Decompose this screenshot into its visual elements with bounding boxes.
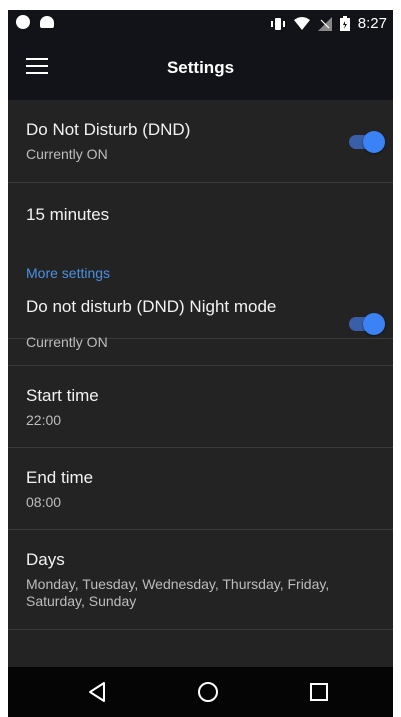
- clock-time: 8:27: [357, 15, 387, 32]
- android-icon: [40, 16, 54, 28]
- end-time-value: 08:00: [26, 494, 62, 510]
- days-row[interactable]: Days Monday, Tuesday, Wednesday, Thursda…: [8, 530, 393, 630]
- status-bar: 8:27: [8, 10, 393, 38]
- wifi-icon: [293, 16, 310, 30]
- night-mode-toggle[interactable]: [349, 312, 385, 336]
- more-settings-header: More settings: [26, 265, 111, 281]
- dnd-toggle[interactable]: [349, 130, 385, 154]
- night-mode-status: Currently ON: [26, 334, 108, 350]
- end-time-row[interactable]: End time 08:00: [8, 448, 393, 530]
- start-time-row[interactable]: Start time 22:00: [8, 366, 393, 448]
- page-title: Settings: [166, 58, 235, 77]
- dnd-label: Do Not Disturb (DND): [26, 120, 191, 139]
- start-time-value: 22:00: [26, 412, 62, 428]
- phone-screen: 8:27 Settings Do Not Disturb (DND) Curre…: [8, 10, 393, 717]
- days-label: Days: [26, 550, 65, 569]
- days-value: Monday, Tuesday, Wednesday, Thursday, Fr…: [26, 576, 330, 609]
- recent-apps-icon[interactable]: [306, 679, 332, 705]
- notification-dot-icon: [16, 15, 30, 29]
- duration-label: 15 minutes: [26, 205, 110, 224]
- battery-icon: [339, 16, 350, 31]
- vibrate-icon: [270, 17, 285, 30]
- end-time-label: End time: [26, 468, 94, 487]
- app-bar: Settings: [8, 38, 393, 100]
- night-mode-setting-row[interactable]: Currently ON: [8, 302, 393, 366]
- back-icon[interactable]: [85, 679, 111, 705]
- signal-icon: [317, 16, 332, 31]
- home-icon[interactable]: [195, 679, 221, 705]
- navigation-bar: [8, 667, 393, 717]
- dnd-setting-row[interactable]: Do Not Disturb (DND) Currently ON: [8, 100, 393, 183]
- dnd-status: Currently ON: [26, 146, 108, 162]
- start-time-label: Start time: [26, 386, 99, 405]
